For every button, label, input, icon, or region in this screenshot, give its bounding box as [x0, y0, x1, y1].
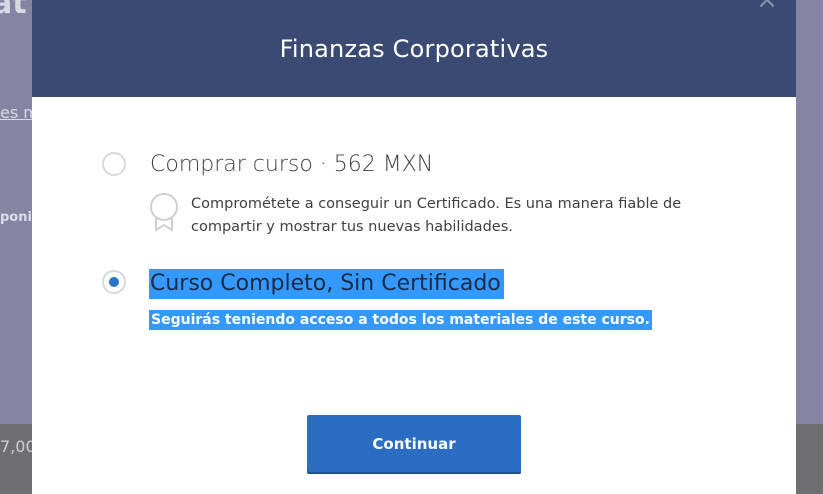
audit-course-description: Seguirás teniendo acceso a todos los mat…: [149, 310, 652, 330]
certificate-icon: [150, 193, 178, 232]
purchase-course-description: Comprométete a conseguir un Certificado.…: [191, 196, 682, 235]
purchase-course-label[interactable]: Comprar curso · 562 MXN: [150, 152, 433, 177]
modal-header: Finanzas Corporativas: [32, 0, 796, 97]
background-text-fragment: poni: [0, 210, 32, 225]
enroll-modal: Finanzas Corporativas × Comprar curso · …: [32, 0, 796, 494]
background-logo-fragment: at: [0, 0, 27, 21]
audit-course-label[interactable]: Curso Completo, Sin Certificado: [149, 269, 504, 299]
purchase-course-radio[interactable]: [102, 152, 126, 176]
continue-button[interactable]: Continuar: [307, 415, 521, 472]
modal-title: Finanzas Corporativas: [279, 34, 549, 63]
close-icon[interactable]: ×: [755, 0, 779, 14]
audit-course-radio[interactable]: [102, 270, 126, 294]
